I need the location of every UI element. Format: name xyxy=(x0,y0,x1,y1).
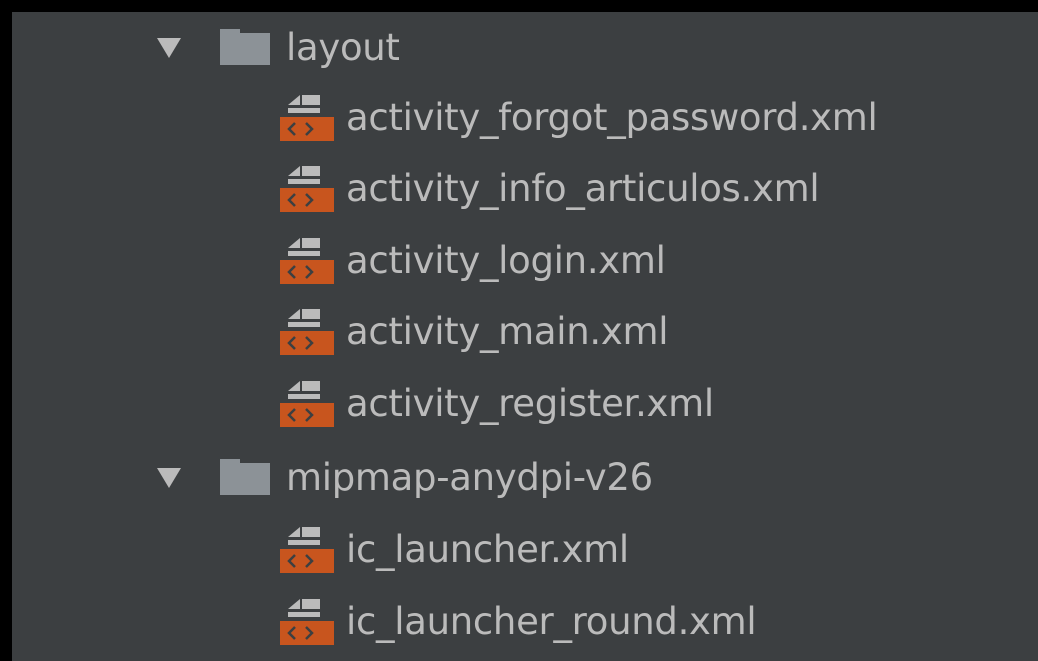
tree-file-activity-forgot-password[interactable]: activity_forgot_password.xml xyxy=(280,84,878,150)
xml-layout-file-icon xyxy=(280,309,334,355)
expand-arrow-icon[interactable] xyxy=(156,34,182,60)
file-label: activity_login.xml xyxy=(346,238,666,282)
folder-icon xyxy=(220,459,270,495)
tree-file-activity-main[interactable]: activity_main.xml xyxy=(280,298,669,364)
folder-label: mipmap-anydpi-v26 xyxy=(286,455,653,499)
file-label: activity_main.xml xyxy=(346,309,669,353)
file-label: ic_launcher_round.xml xyxy=(346,599,757,643)
xml-layout-file-icon xyxy=(280,166,334,212)
tree-folder-mipmap-anydpi-v26[interactable]: mipmap-anydpi-v26 xyxy=(152,444,653,510)
xml-layout-file-icon xyxy=(280,95,334,141)
tree-file-ic-launcher[interactable]: ic_launcher.xml xyxy=(280,516,629,582)
expand-arrow-icon[interactable] xyxy=(156,464,182,490)
xml-layout-file-icon xyxy=(280,381,334,427)
file-label: activity_info_articulos.xml xyxy=(346,166,820,210)
project-tree-panel: layout activity_forgot_password.xml acti… xyxy=(12,12,1038,661)
tree-file-activity-register[interactable]: activity_register.xml xyxy=(280,370,714,436)
tree-folder-layout[interactable]: layout xyxy=(152,14,400,80)
xml-layout-file-icon xyxy=(280,238,334,284)
folder-icon xyxy=(220,29,270,65)
file-label: activity_forgot_password.xml xyxy=(346,95,878,139)
xml-layout-file-icon xyxy=(280,527,334,573)
file-label: ic_launcher.xml xyxy=(346,527,629,571)
file-label: activity_register.xml xyxy=(346,381,714,425)
tree-file-activity-login[interactable]: activity_login.xml xyxy=(280,227,666,293)
tree-file-ic-launcher-round[interactable]: ic_launcher_round.xml xyxy=(280,588,757,654)
tree-file-activity-info-articulos[interactable]: activity_info_articulos.xml xyxy=(280,155,820,221)
xml-layout-file-icon xyxy=(280,599,334,645)
folder-label: layout xyxy=(286,25,400,69)
